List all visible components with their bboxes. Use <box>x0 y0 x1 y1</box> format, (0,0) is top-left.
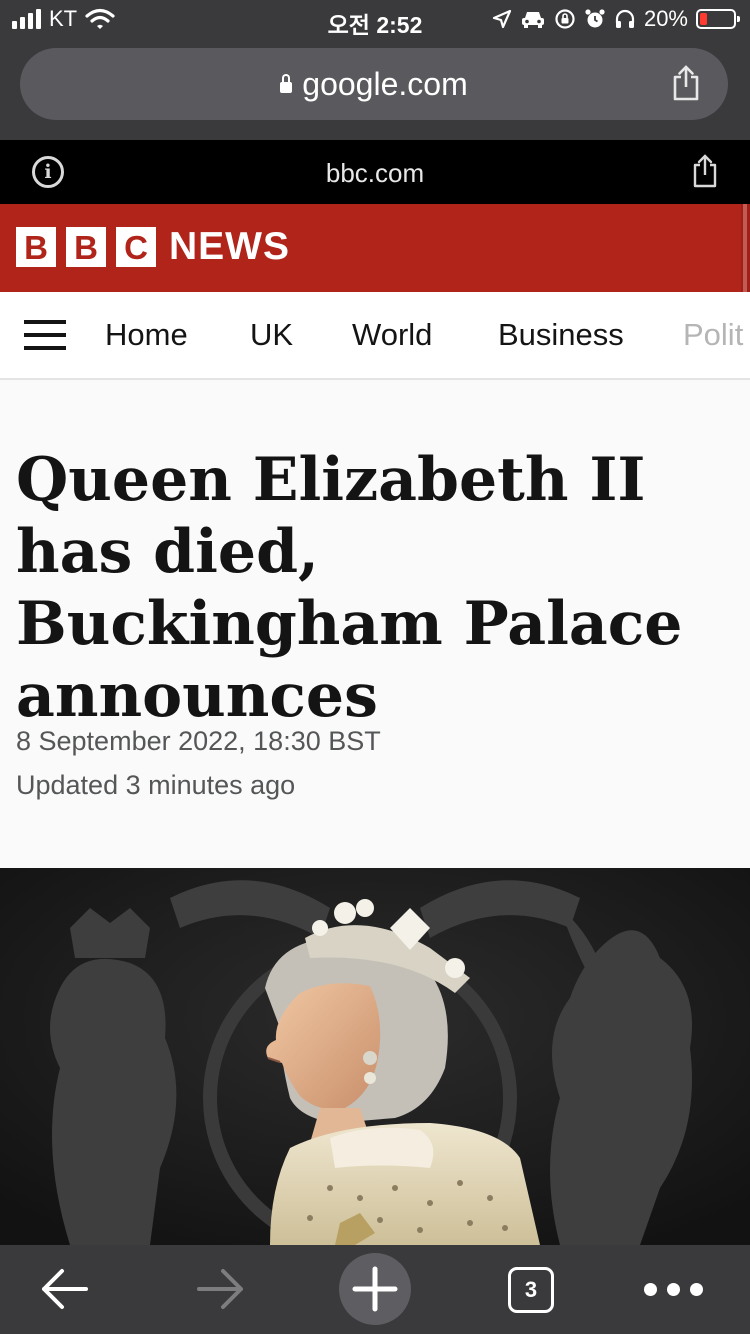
location-icon <box>492 9 512 29</box>
alarm-icon <box>585 9 605 28</box>
nav-item-world[interactable]: World <box>352 317 432 353</box>
nav-item-business[interactable]: Business <box>498 317 624 353</box>
bbc-logo[interactable]: B B C <box>16 227 156 267</box>
article-updated: Updated 3 minutes ago <box>16 770 296 800</box>
share-icon[interactable] <box>672 64 700 102</box>
bbc-news-wordmark[interactable]: NEWS <box>169 225 290 269</box>
more-icon[interactable] <box>644 1283 703 1296</box>
battery-icon <box>696 9 740 29</box>
article-photo <box>0 868 750 1245</box>
bbc-logo-letter: B <box>66 227 106 267</box>
amp-header: i bbc.com <box>0 140 750 204</box>
amp-domain: bbc.com <box>325 158 425 188</box>
plus-icon[interactable] <box>338 1245 412 1334</box>
rotation-lock-icon <box>555 9 575 29</box>
article-headline: Queen Elizabeth II has died, Buckingham … <box>16 445 683 731</box>
bbc-news-header: B B C NEWS <box>0 204 750 292</box>
lock-icon <box>280 74 293 93</box>
article-date: 8 September 2022, 18:30 BST <box>16 726 381 756</box>
browser-toolbar: 3 <box>0 1245 750 1334</box>
nav-item-uk[interactable]: UK <box>250 317 293 353</box>
bbc-logo-letter: B <box>16 227 56 267</box>
car-icon <box>521 12 544 28</box>
section-nav: Home UK World Business Polit <box>0 292 750 380</box>
tabs-icon[interactable]: 3 <box>508 1267 554 1313</box>
address-text[interactable]: google.com <box>20 66 728 103</box>
bbc-logo-letter: C <box>116 227 156 267</box>
forward-arrow-icon[interactable] <box>193 1245 247 1334</box>
status-right: 20% <box>492 6 740 32</box>
hamburger-icon[interactable] <box>24 320 66 350</box>
browser-address-area: google.com <box>0 40 750 140</box>
url-label: google.com <box>302 66 468 102</box>
address-bar[interactable]: google.com <box>20 48 728 120</box>
battery-percent: 20% <box>643 6 688 31</box>
status-bar: KT 오전 2:52 20% <box>0 0 750 40</box>
share-icon[interactable] <box>692 153 718 189</box>
scroll-indicator <box>741 204 750 292</box>
back-arrow-icon[interactable] <box>38 1245 92 1334</box>
nav-item-politics[interactable]: Polit <box>683 317 743 353</box>
queen-portrait-image <box>0 868 750 1245</box>
headphones-icon <box>615 9 635 28</box>
nav-item-home[interactable]: Home <box>105 317 188 353</box>
